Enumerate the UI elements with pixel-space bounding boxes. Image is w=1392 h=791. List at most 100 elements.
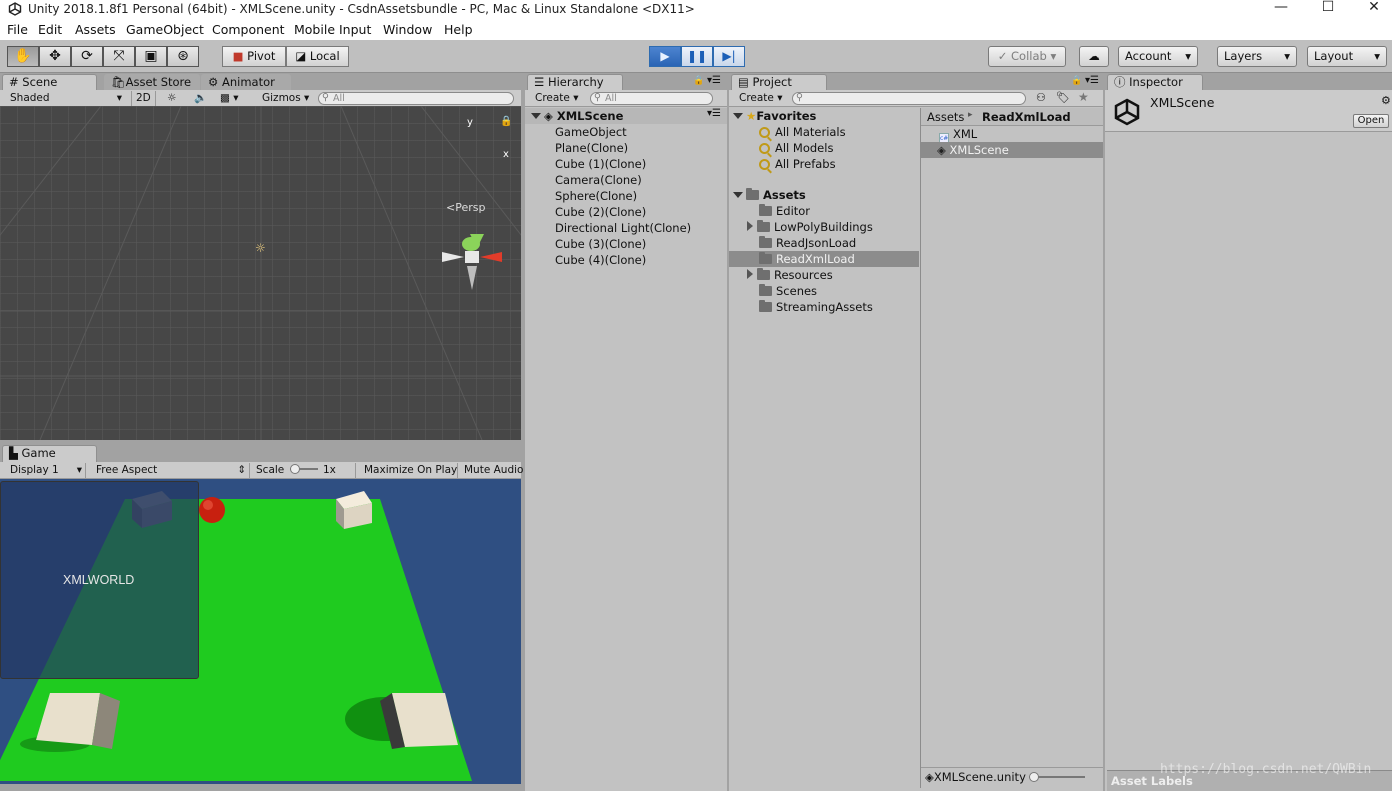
project-split-divider[interactable] [920,108,921,788]
transform-tool-button[interactable]: ⊛ [167,46,199,67]
favorite-item-label: All Prefabs [775,157,836,171]
shading-mode-dropdown[interactable]: Shaded ▾ [6,91,124,106]
mute-audio-toggle[interactable]: Mute Audio [460,463,523,478]
filter-by-type-icon[interactable]: ⚇ [1036,91,1046,104]
scene-viewport[interactable]: ☼ y x 🔒 <Persp [0,106,521,440]
folder-item[interactable]: Scenes [759,284,817,298]
cloud-button[interactable]: ☁ [1079,46,1109,67]
icon-size-thumb[interactable] [1029,772,1039,782]
pivot-toggle[interactable]: ■ Pivot [222,46,286,67]
favorite-item[interactable]: All Prefabs [759,157,836,171]
lock-icon[interactable]: 🔒 [1071,76,1082,86]
open-button[interactable]: Open [1353,114,1389,128]
file-item-selected[interactable]: ◈ XMLScene [937,143,1009,157]
folder-item[interactable]: ReadJsonLoad [759,236,856,250]
collab-button[interactable]: ✓ Collab ▾ [988,46,1066,67]
tab-project[interactable]: ▤ Project [731,74,827,91]
step-button[interactable]: ▶| [713,46,745,67]
menu-assets[interactable]: Assets [75,22,116,37]
hierarchy-search-input[interactable]: ⚲ All [590,92,713,105]
favorite-item[interactable]: All Materials [759,125,846,139]
play-button[interactable]: ▶ [649,46,681,67]
chevron-down-icon: ▾ [573,92,579,104]
menu-help[interactable]: Help [444,22,473,37]
tab-hierarchy[interactable]: ☰ Hierarchy [527,74,623,91]
save-search-star-icon[interactable]: ★ [1078,90,1089,104]
tab-animator[interactable]: ⚙ Animator [201,74,291,91]
filter-by-label-icon[interactable]: 🏷 [1056,91,1070,104]
local-label: Local [309,49,340,63]
audio-toggle[interactable]: 🔈 [190,91,211,106]
lock-icon[interactable]: 🔒 [500,116,512,127]
hierarchy-item[interactable]: Cube (2)(Clone) [555,205,646,219]
tab-scene[interactable]: # Scene [2,74,97,91]
layout-dropdown[interactable]: Layout ▾ [1307,46,1387,67]
menu-window[interactable]: Window [383,22,432,37]
hierarchy-item[interactable]: Cube (3)(Clone) [555,237,646,251]
panel-menu-icon[interactable]: ▾☰ [1085,75,1099,86]
panel-menu-icon[interactable]: ▾☰ [707,75,721,86]
folder-item[interactable]: LowPolyBuildings [747,220,873,234]
gizmos-dropdown[interactable]: Gizmos ▾ [258,91,313,106]
folder-item-selected[interactable]: ReadXmlLoad [759,252,855,266]
folder-item[interactable]: StreamingAssets [759,300,873,314]
menu-file[interactable]: File [7,22,28,37]
file-item-label: XMLScene [949,143,1009,157]
folder-item[interactable]: Resources [747,268,833,282]
project-search-input[interactable]: ⚲ [792,92,1026,105]
menu-mobile-input[interactable]: Mobile Input [294,22,371,37]
scale-tool-button[interactable]: ⤧ [103,46,135,67]
scene-menu-icon[interactable]: ▾☰ [707,108,721,119]
xml-world-label: XMLWORLD [63,573,135,587]
game-viewport[interactable]: XMLWORLD [0,479,521,784]
layers-dropdown[interactable]: Layers ▾ [1217,46,1297,67]
display-dropdown[interactable]: Display 1 ▾ [6,463,86,478]
lock-icon[interactable]: 🔒 [693,76,704,86]
tab-inspector[interactable]: ⓘ Inspector [1107,74,1203,91]
folder-item[interactable]: Editor [759,204,810,218]
scale-slider[interactable]: Scale 1x [252,463,356,478]
rect-tool-button[interactable]: ▣ [135,46,167,67]
hierarchy-create-dropdown[interactable]: Create ▾ [531,91,583,106]
lighting-toggle[interactable]: ☼ [163,91,180,106]
hand-tool-button[interactable]: ✋ [7,46,39,67]
scene-search-input[interactable]: ⚲ All [318,92,514,105]
maximize-button[interactable]: ☐ [1305,0,1351,20]
local-toggle[interactable]: ◪ Local [286,46,349,67]
tab-game[interactable]: ▙ Game [2,445,97,462]
gear-icon[interactable]: ⚙ [1381,94,1391,107]
projection-toggle[interactable]: <Persp [446,201,485,214]
hierarchy-item[interactable]: Camera(Clone) [555,173,642,187]
maximize-on-play-toggle[interactable]: Maximize On Play [360,463,458,478]
tab-asset-store[interactable]: 🛍Asset Store [104,74,200,91]
menu-edit[interactable]: Edit [38,22,62,37]
favorite-item[interactable]: All Models [759,141,833,155]
aspect-dropdown[interactable]: Free Aspect ⇕ [92,463,250,478]
hierarchy-item[interactable]: Cube (4)(Clone) [555,253,646,267]
scene-orientation-gizmo[interactable] [438,224,516,296]
assets-header[interactable]: Assets [733,188,806,202]
rotate-tool-button[interactable]: ⟳ [71,46,103,67]
scene-header-row[interactable]: ◈ XMLScene ▾☰ [525,108,727,124]
close-button[interactable]: ✕ [1351,0,1392,20]
hierarchy-item[interactable]: Sphere(Clone) [555,189,637,203]
favorites-header[interactable]: ★Favorites [733,109,816,123]
icon-size-slider[interactable] [1029,772,1085,782]
directional-light-icon[interactable]: ☼ [255,241,266,255]
hierarchy-item[interactable]: Plane(Clone) [555,141,628,155]
minimize-button[interactable]: — [1258,0,1304,20]
menu-component[interactable]: Component [212,22,285,37]
hierarchy-item[interactable]: GameObject [555,125,627,139]
pause-button[interactable]: ❚❚ [681,46,713,67]
scale-thumb[interactable] [289,464,300,474]
hierarchy-item[interactable]: Directional Light(Clone) [555,221,691,235]
hierarchy-item[interactable]: Cube (1)(Clone) [555,157,646,171]
breadcrumb-root[interactable]: Assets [927,110,964,124]
project-create-dropdown[interactable]: Create ▾ [735,91,787,106]
mode-2d-toggle[interactable]: 2D [131,91,156,106]
menu-gameobject[interactable]: GameObject [126,22,204,37]
account-dropdown[interactable]: Account ▾ [1118,46,1198,67]
effects-dropdown[interactable]: ▩ ▾ [216,91,243,106]
move-tool-button[interactable]: ✥ [39,46,71,67]
breadcrumb-current[interactable]: ReadXmlLoad [982,110,1071,124]
